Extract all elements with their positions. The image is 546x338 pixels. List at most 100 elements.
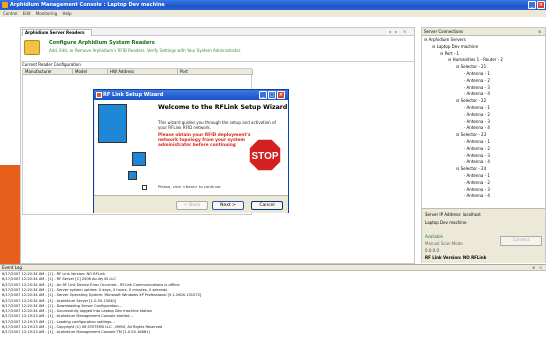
app-icon <box>2 2 8 8</box>
menu-edit[interactable]: Edit <box>23 11 31 16</box>
log-line: 6/17/2007 12:19:23 AM - [1] - Copyright … <box>2 325 163 329</box>
art-square-small <box>128 171 137 180</box>
pin-icon[interactable]: ⊕ <box>538 29 541 34</box>
log-line: 6/17/2007 12:19:23 AM - [1] - Arphidium … <box>2 314 133 319</box>
event-log-close-icon[interactable]: × <box>539 265 542 270</box>
window-titlebar: Arphidium Management Console : Laptop De… <box>0 0 546 10</box>
tree-node[interactable]: · Antenna - 2 <box>464 78 490 83</box>
menu-bar: Control Edit Monitoring Help <box>0 10 546 17</box>
connect-button[interactable]: Connect <box>500 236 542 246</box>
tree-node[interactable]: · Antenna - 2 <box>464 112 490 117</box>
log-line: 6/17/2007 12:20:34 AM - [1] - Successful… <box>2 309 153 314</box>
tree-node[interactable]: ⊟ Selector - 22 <box>456 98 486 103</box>
event-log-panel: Event Log ⊕ × 6/17/2007 12:20:34 AM - [1… <box>0 264 546 338</box>
window-title: Arphidium Management Console : Laptop De… <box>10 2 165 8</box>
tree-node[interactable]: ⊟ Laptop Dev machine <box>432 44 478 49</box>
server-connections-pane: Server Connections ⊕ ⊟ Arphidium Servers… <box>421 27 546 263</box>
wizard-body: Welcome to the RFLink Setup Wizard This … <box>154 100 288 195</box>
event-log-pin-icon[interactable]: ⊕ <box>532 265 535 270</box>
wizard-heading: Welcome to the RFLink Setup Wizard <box>158 104 288 111</box>
tree-node[interactable]: · Antenna - 3 <box>464 119 490 124</box>
tree-node[interactable]: · Antenna - 4 <box>464 159 490 164</box>
tree-node[interactable]: ⊟ Arphidium Servers <box>424 37 466 42</box>
tab-server-readers[interactable]: Arphidium Server Readers <box>22 29 92 36</box>
wizard-title: RF Link Setup Wizard <box>103 92 164 98</box>
log-line: 6/17/2007 12:19:23 AM - [1] - Arphidium … <box>2 330 150 335</box>
server-connections-header: Server Connections <box>422 28 545 36</box>
server-name: Laptop Dev machine <box>425 220 467 225</box>
tree-node[interactable]: ⊟ Humanities 1 - Router - 2 <box>448 57 503 62</box>
menu-control[interactable]: Control <box>3 11 17 16</box>
banner-title: Configure Arphidium System Readers <box>49 40 155 46</box>
stop-sign-icon: STOP <box>248 138 282 172</box>
col-hw-address[interactable]: HW Address <box>108 69 178 75</box>
log-line: 6/17/2007 12:20:34 AM - [1] - Arphidium … <box>2 298 117 303</box>
accent-strip <box>0 165 20 264</box>
banner-subtitle: Add, Edit, or Remove Arphidium's RFID Re… <box>49 48 242 53</box>
tree-node[interactable]: · Antenna - 3 <box>464 85 490 90</box>
setup-wizard-dialog: RF Link Setup Wizard _ □ × Welcome to th… <box>93 89 289 213</box>
tree-node[interactable]: ⊟ Selector - 24 <box>456 166 486 171</box>
tree-node[interactable]: · Antenna - 4 <box>464 91 490 96</box>
wizard-side-art <box>95 100 154 195</box>
art-square-large <box>98 104 127 143</box>
cancel-button[interactable]: Cancel <box>251 201 283 210</box>
tree-node[interactable]: · Antenna - 2 <box>464 146 490 151</box>
log-line: 6/17/2007 12:20:34 AM - [1] - An RF Link… <box>2 282 180 287</box>
log-line: 6/17/2007 12:20:34 AM - [1] - Downloadin… <box>2 303 122 308</box>
tree-node[interactable]: · Antenna - 3 <box>464 187 490 192</box>
wizard-intro: This wizard guides you through the setup… <box>158 120 276 130</box>
stop-sign-label: STOP <box>251 151 278 162</box>
tree-node[interactable]: · Antenna - 1 <box>464 173 490 178</box>
tab-strip: Arphidium Server Readers ◂ ▸ × <box>21 28 414 36</box>
art-square-tiny <box>142 185 147 190</box>
reader-icon <box>24 40 40 55</box>
art-square-medium <box>132 152 146 166</box>
tree-node[interactable]: · Antenna - 1 <box>464 139 490 144</box>
wizard-close-icon[interactable]: × <box>277 91 285 99</box>
col-port[interactable]: Port <box>178 69 253 75</box>
tree-node[interactable]: · Antenna - 2 <box>464 180 490 185</box>
server-tree[interactable]: ⊟ Arphidium Servers ⊟ Laptop Dev machine ⊟… <box>424 37 544 207</box>
col-model[interactable]: Model <box>73 69 108 75</box>
scan-mode: Manual Scan Mode <box>425 241 463 246</box>
wizard-warning: Please obtain your RFID deployment's net… <box>158 133 251 148</box>
wizard-hint: Please, click <Next> to continue. <box>158 184 222 189</box>
next-button[interactable]: Next > <box>212 201 244 210</box>
wizard-titlebar: RF Link Setup Wizard _ □ × <box>94 90 288 100</box>
menu-help[interactable]: Help <box>62 11 71 16</box>
server-properties: Server IP Address: localhost Laptop Dev … <box>422 208 545 263</box>
log-line: 6/17/2007 12:20:34 AM - [1] - Server sys… <box>2 287 168 292</box>
log-line: 6/17/2007 12:20:34 AM - [1] - RF Server … <box>2 277 116 282</box>
tree-node[interactable]: ⊟ Selector - 23 <box>456 132 486 137</box>
tree-node[interactable]: · Antenna - 1 <box>464 71 490 76</box>
menu-monitoring[interactable]: Monitoring <box>36 11 57 16</box>
wizard-maximize-icon[interactable]: □ <box>268 91 276 99</box>
minimize-icon[interactable]: _ <box>528 1 536 9</box>
tree-node[interactable]: ⊟ Port - 1 <box>440 51 459 56</box>
version-number: 0.0.0.0 <box>425 248 439 253</box>
tab-right-icon[interactable]: ▸ <box>395 29 397 34</box>
event-log-header: Event Log <box>0 265 546 271</box>
col-manufacturer[interactable]: Manufacturer <box>23 69 73 75</box>
tree-node[interactable]: · Antenna - 1 <box>464 105 490 110</box>
log-line: 6/17/2007 12:20:34 AM - [1] - RF Link Ve… <box>2 272 106 276</box>
server-status: Available <box>425 234 444 239</box>
log-line: 6/17/2007 12:20:34 AM - [1] - Server Ope… <box>2 293 202 298</box>
tree-node[interactable]: ⊟ Selector - 21 <box>456 64 486 69</box>
section-title: Current Reader Configuration <box>21 61 414 67</box>
tab-close-icon[interactable]: × <box>403 29 406 34</box>
wizard-footer: < Back Next > Cancel <box>94 195 288 213</box>
tab-left-icon[interactable]: ◂ <box>389 29 391 34</box>
server-ip: Server IP Address: localhost <box>425 212 481 217</box>
tree-node[interactable]: · Antenna - 4 <box>464 193 490 198</box>
tree-node[interactable]: · Antenna - 4 <box>464 125 490 130</box>
wizard-minimize-icon[interactable]: _ <box>259 91 267 99</box>
wizard-app-icon <box>96 92 102 98</box>
config-banner: Configure Arphidium System Readers Add, … <box>21 36 414 60</box>
rflink-version: RF Link Version: NO RFLink <box>425 255 487 260</box>
tree-node[interactable]: · Antenna - 3 <box>464 153 490 158</box>
close-icon[interactable]: × <box>537 1 545 9</box>
back-button[interactable]: < Back <box>176 201 208 210</box>
log-line: 6/17/2007 12:19:23 AM - [1] - Loading co… <box>2 319 115 324</box>
